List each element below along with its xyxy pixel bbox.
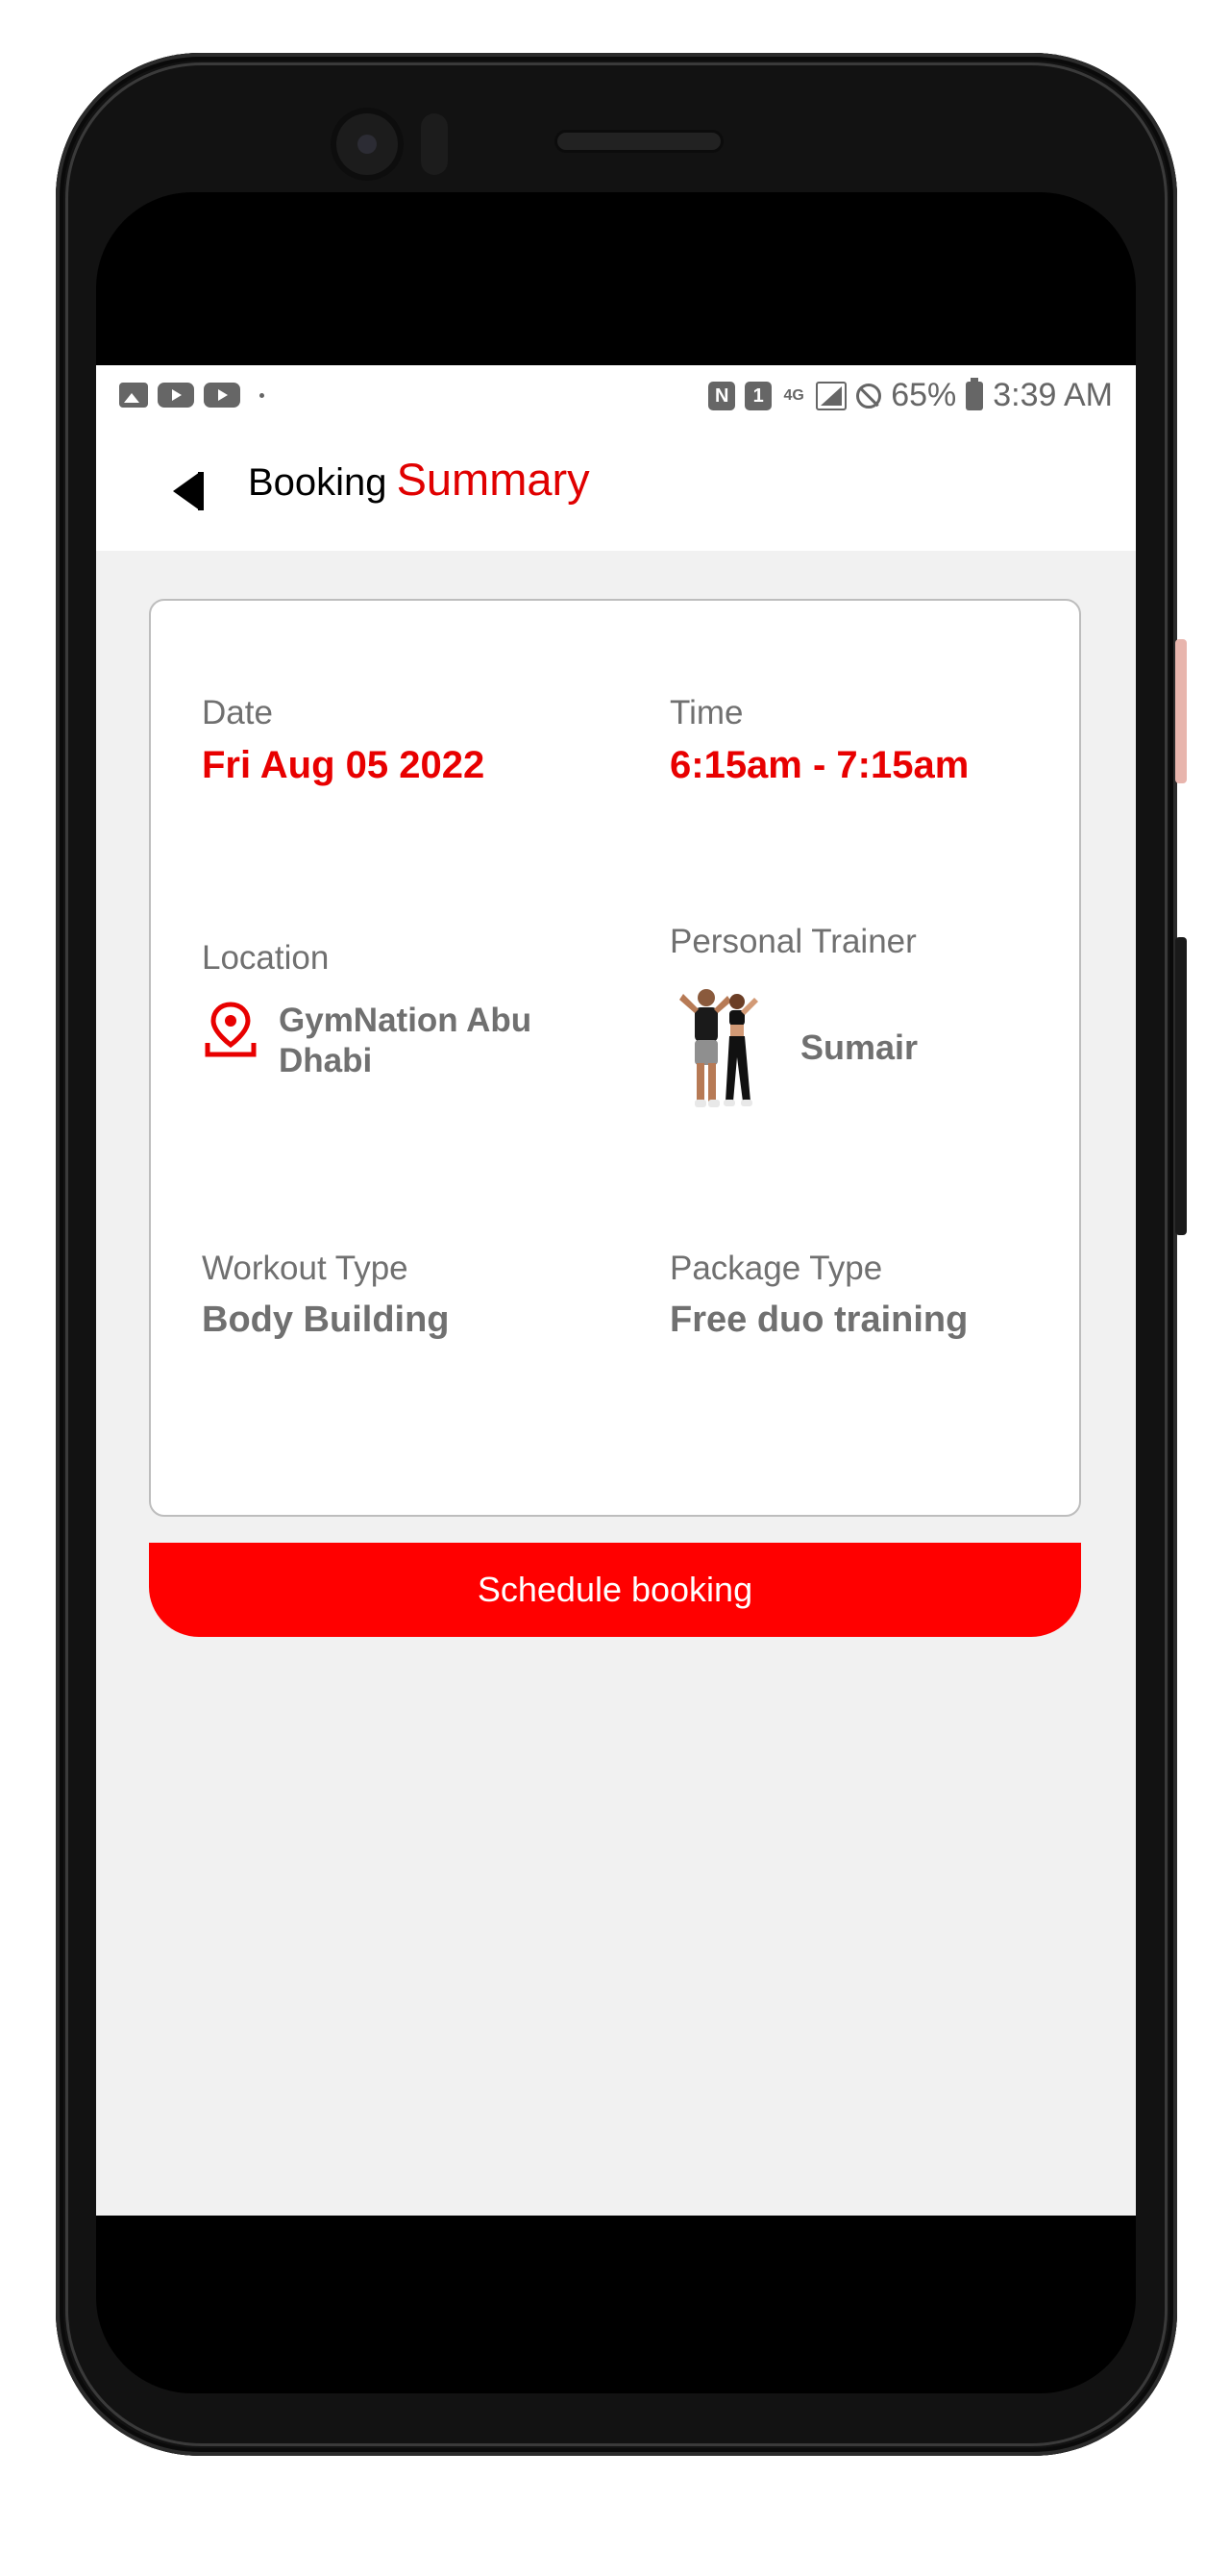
image-icon <box>119 383 148 408</box>
trainer-avatar <box>679 989 758 1107</box>
app-header: Booking Summary <box>96 428 1136 551</box>
trainer-row: Sumair <box>670 980 918 1115</box>
back-arrow-icon[interactable] <box>163 457 231 524</box>
date-value: Fri Aug 05 2022 <box>202 744 485 786</box>
schedule-booking-button[interactable]: Schedule booking <box>149 1543 1081 1637</box>
more-notifications-dot-icon <box>259 392 264 398</box>
workout-type-field: Workout Type Body Building <box>202 1250 450 1341</box>
nfc-icon: N <box>708 381 736 410</box>
status-notifications <box>119 383 264 408</box>
workout-type-value: Body Building <box>202 1300 450 1340</box>
location-field: Location GymNation Abu Dhabi <box>202 939 567 1081</box>
status-bar: N 1 4G 65% 3:39 AM <box>96 365 1136 428</box>
date-field: Date Fri Aug 05 2022 <box>202 694 484 787</box>
package-type-label: Package Type <box>670 1250 883 1287</box>
youtube-icon <box>158 383 194 408</box>
time-label: Time <box>670 694 744 731</box>
youtube-icon <box>204 383 240 408</box>
battery-percent: 65% <box>891 377 957 413</box>
page-title-accent: Summary <box>396 454 590 505</box>
booking-summary-card: Date Fri Aug 05 2022 Time 6:15am - 7:15a… <box>149 599 1081 1517</box>
earpiece-speaker <box>557 133 721 150</box>
signal-icon <box>816 381 848 410</box>
proximity-sensor <box>421 113 448 175</box>
workout-type-label: Workout Type <box>202 1250 408 1287</box>
sim-icon: 1 <box>745 381 773 410</box>
page-title-plain: Booking <box>248 461 387 504</box>
app-area: N 1 4G 65% 3:39 AM Booking Summary Date … <box>96 365 1136 2216</box>
do-not-disturb-icon <box>856 383 882 409</box>
phone-screen: N 1 4G 65% 3:39 AM Booking Summary Date … <box>96 192 1136 2393</box>
location-pin-icon <box>205 1002 257 1057</box>
page-title: Booking Summary <box>248 453 590 506</box>
network-type: 4G <box>783 387 804 404</box>
time-value: 6:15am - 7:15am <box>670 744 970 786</box>
battery-icon <box>966 377 984 410</box>
trainer-field: Personal Trainer Sumair <box>670 923 918 1115</box>
location-value: GymNation Abu Dhabi <box>279 1002 532 1079</box>
front-camera <box>336 113 398 175</box>
location-label: Location <box>202 939 330 977</box>
date-label: Date <box>202 694 273 731</box>
location-row: GymNation Abu Dhabi <box>202 1001 567 1081</box>
trainer-name: Sumair <box>800 1028 919 1067</box>
trainer-label: Personal Trainer <box>670 923 917 960</box>
status-system-icons: N 1 4G 65% 3:39 AM <box>708 377 1113 414</box>
package-type-value: Free duo training <box>670 1300 969 1340</box>
time-field: Time 6:15am - 7:15am <box>670 694 969 787</box>
package-type-field: Package Type Free duo training <box>670 1250 968 1341</box>
power-button <box>1175 639 1187 783</box>
status-time: 3:39 AM <box>993 377 1113 413</box>
volume-button <box>1175 937 1187 1235</box>
